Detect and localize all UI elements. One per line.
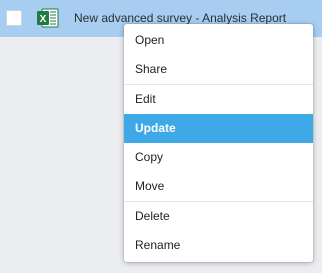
menu-item-delete[interactable]: Delete [124, 202, 313, 231]
excel-icon-letter: X [40, 14, 47, 25]
menu-item-update[interactable]: Update [124, 114, 313, 143]
row-checkbox[interactable] [6, 10, 22, 26]
menu-item-move[interactable]: Move [124, 172, 313, 201]
menu-item-share[interactable]: Share [124, 55, 313, 84]
menu-item-edit[interactable]: Edit [124, 85, 313, 114]
menu-item-open[interactable]: Open [124, 26, 313, 55]
menu-item-rename[interactable]: Rename [124, 231, 313, 260]
menu-item-copy[interactable]: Copy [124, 143, 313, 172]
excel-file-icon: X [37, 8, 59, 28]
context-menu: Open Share Edit Update Copy Move Delete Rename [124, 24, 313, 262]
